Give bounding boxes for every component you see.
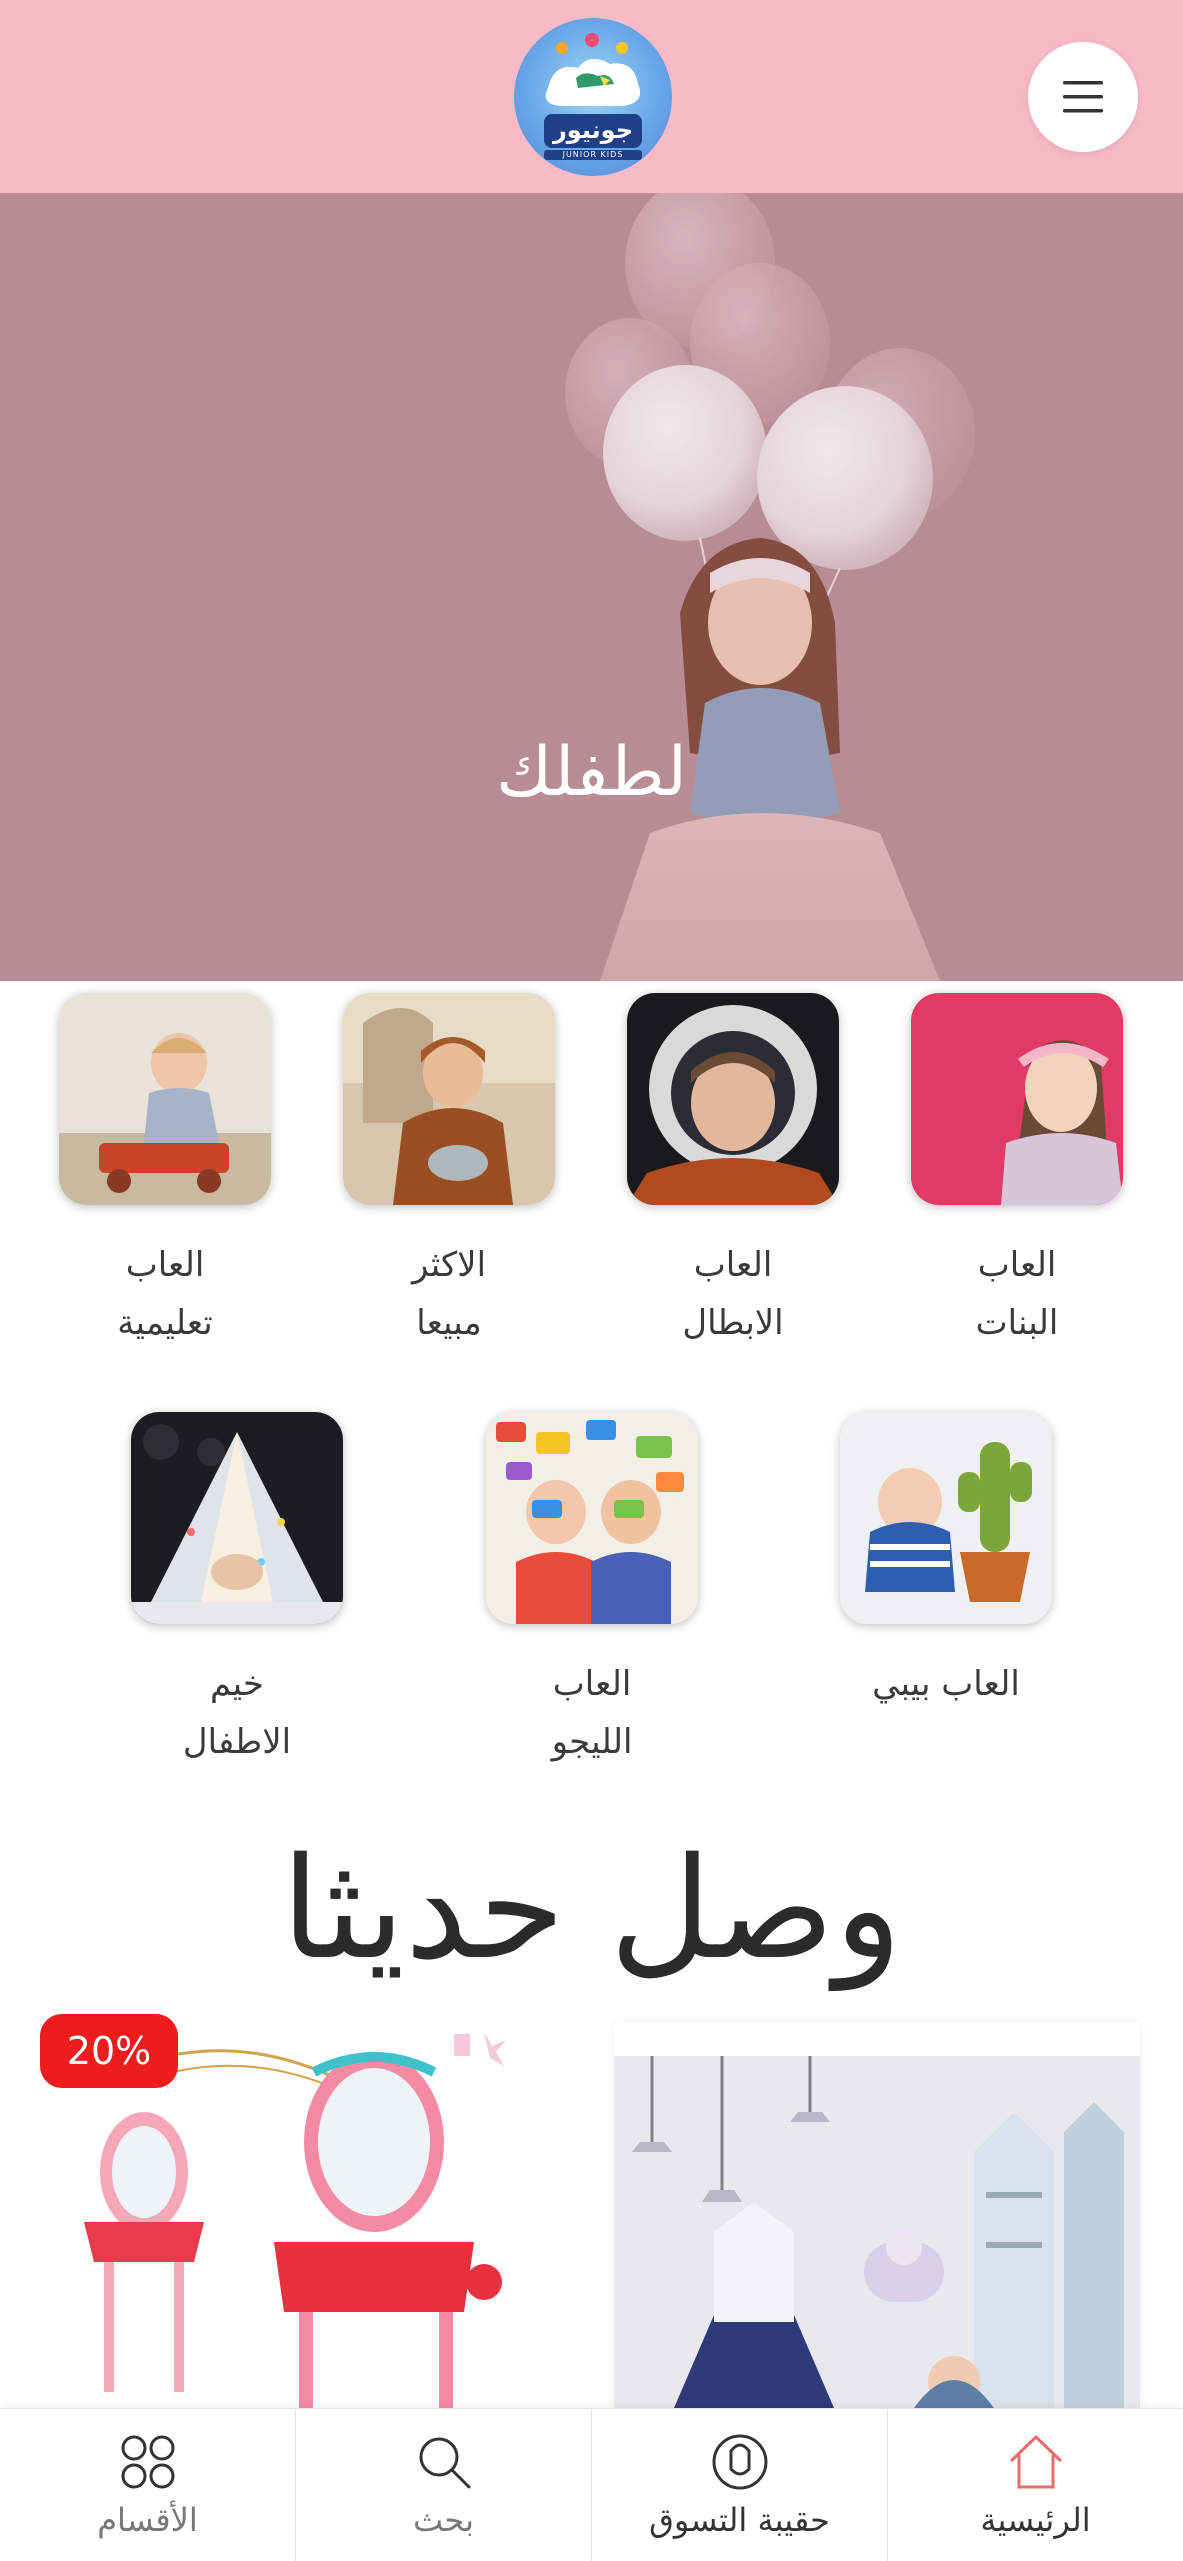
hero-title: لطفلك (496, 733, 687, 812)
category-label-kids-tents[interactable]: خيم الاطفال (131, 1655, 343, 1771)
astronaut-photo (627, 993, 839, 1205)
category-image-educational-toys[interactable] (59, 993, 271, 1205)
category-image-girls-toys[interactable] (911, 993, 1123, 1205)
search-icon (419, 2437, 471, 2489)
hero-banner[interactable]: لطفلك (0, 193, 1183, 981)
menu-button[interactable] (1028, 42, 1138, 152)
logo-text: جونيور (552, 116, 633, 144)
nav-search-label: بحث (413, 2501, 474, 2539)
hamburger-icon (1063, 81, 1103, 113)
bottom-navigation: الرئيسية حقيبة التسوق بحث الأقسام (0, 2408, 1183, 2561)
nav-categories[interactable]: الأقسام (0, 2409, 295, 2561)
nav-divider (887, 2409, 888, 2561)
nav-divider (591, 2409, 592, 2561)
nav-home[interactable]: الرئيسية (888, 2409, 1183, 2561)
brand-logo[interactable]: جونيور JUNIOR KIDS (514, 18, 672, 176)
nav-home-label: الرئيسية (980, 2501, 1091, 2539)
shopping-bag-icon (712, 2434, 768, 2490)
discount-badge: 20% (40, 2014, 178, 2088)
boy-photo (343, 993, 555, 1205)
logo-subtext: JUNIOR KIDS (562, 150, 624, 159)
baby-cactus-photo (840, 1412, 1052, 1624)
category-image-best-sellers[interactable] (343, 993, 555, 1205)
category-label-baby-toys[interactable]: العاب بيبي (840, 1655, 1052, 1713)
nav-categories-label: الأقسام (97, 2501, 198, 2539)
category-label-girls-toys[interactable]: العاب البنات (911, 1236, 1123, 1352)
category-label-educational-toys[interactable]: العاب تعليمية (59, 1236, 271, 1352)
category-image-kids-tents[interactable] (131, 1412, 343, 1624)
toddler-photo (59, 993, 271, 1205)
nav-shopping-bag[interactable]: حقيبة التسوق (592, 2409, 887, 2561)
category-label-best-sellers[interactable]: الاكثر مبيعا (343, 1236, 555, 1352)
lego-photo (486, 1412, 698, 1624)
nav-divider (295, 2409, 296, 2561)
category-label-lego-toys[interactable]: العاب الليجو (486, 1655, 698, 1771)
category-image-heroes-toys[interactable] (627, 993, 839, 1205)
app-header: جونيور JUNIOR KIDS (0, 0, 1183, 193)
categories-grid-icon (121, 2435, 175, 2489)
category-image-lego-toys[interactable] (486, 1412, 698, 1624)
hero-image (0, 193, 1183, 981)
nav-search[interactable]: بحث (296, 2409, 591, 2561)
nav-shopping-bag-label: حقيبة التسوق (649, 2501, 830, 2539)
category-image-baby-toys[interactable] (840, 1412, 1052, 1624)
new-arrivals-title: وصل حديثا (281, 1828, 902, 1991)
home-icon (1009, 2435, 1063, 2489)
girl-photo (911, 993, 1123, 1205)
category-label-heroes-toys[interactable]: العاب الابطال (627, 1236, 839, 1352)
tent-product-image (614, 2022, 1140, 2408)
product-card-kids-tent[interactable] (614, 2022, 1140, 2408)
tent-photo (131, 1412, 343, 1624)
